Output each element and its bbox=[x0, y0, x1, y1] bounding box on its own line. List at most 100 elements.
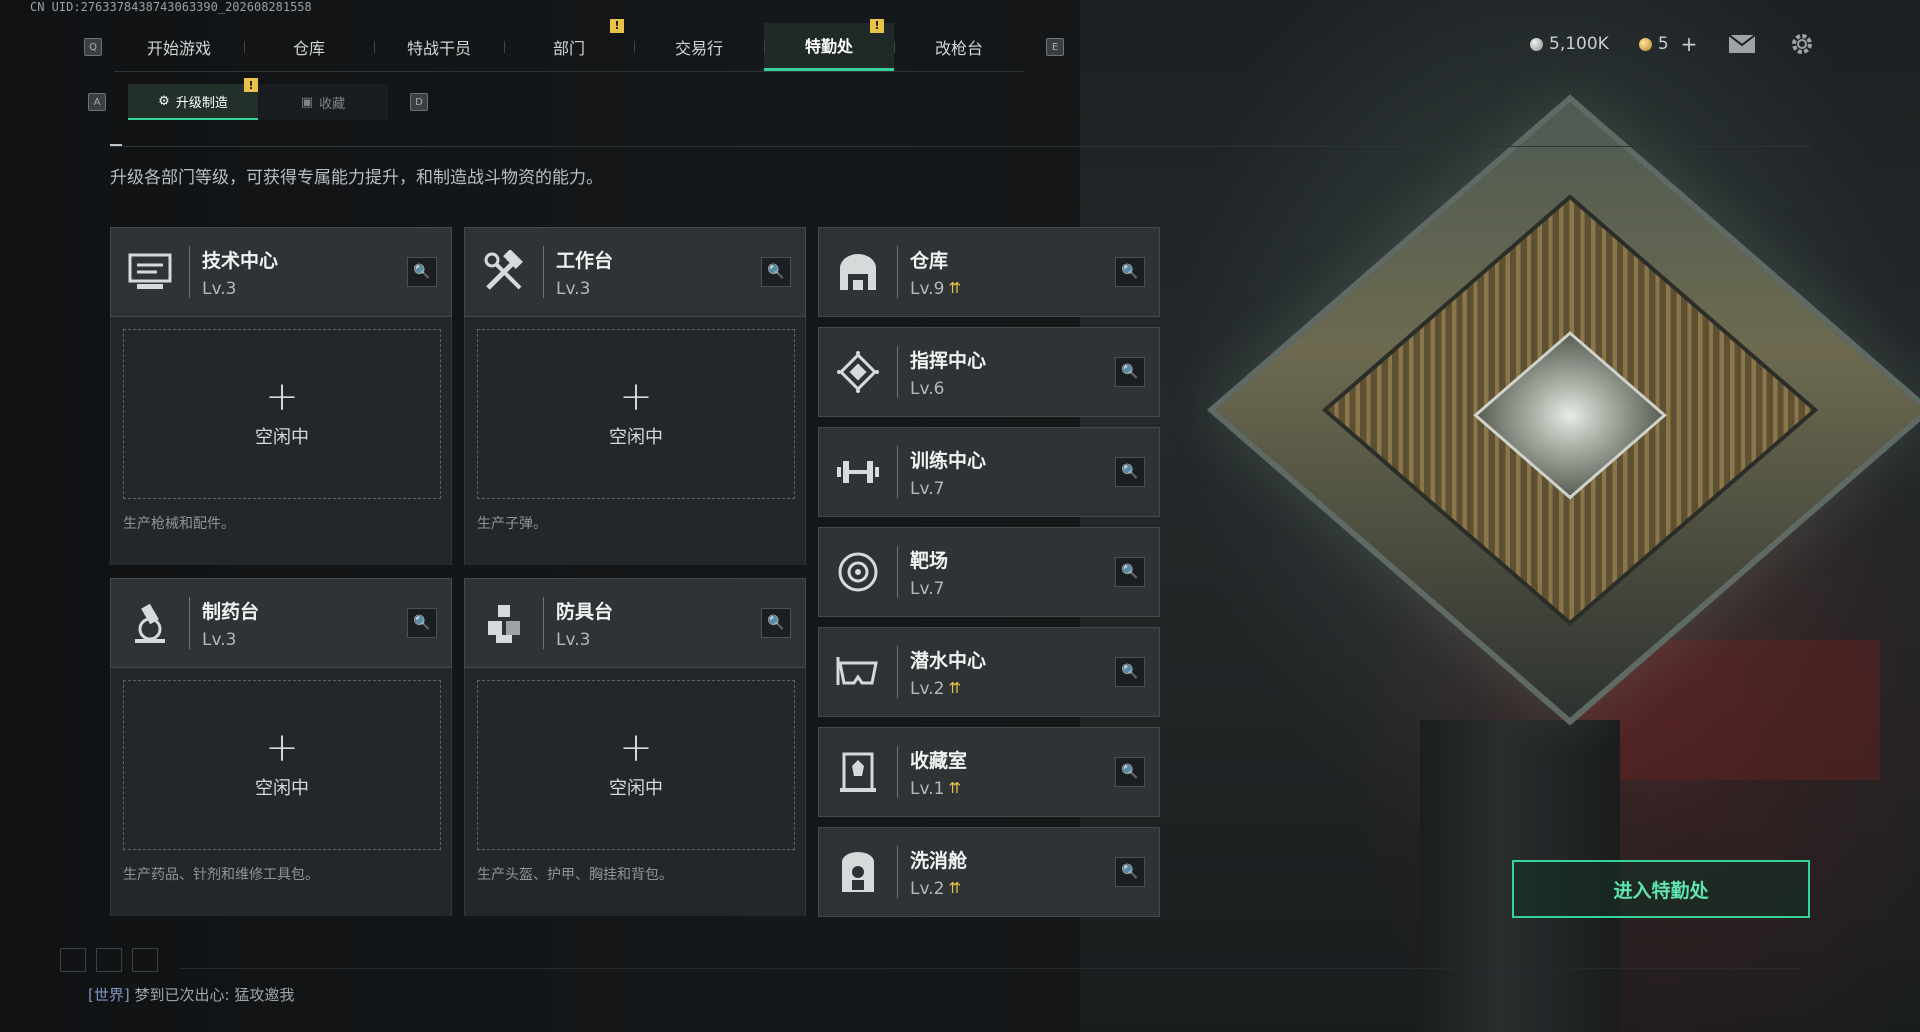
tab-start-game[interactable]: 开始游戏 bbox=[114, 23, 244, 71]
subnav-next-key[interactable]: D bbox=[410, 93, 428, 111]
tab-gunsmith[interactable]: 改枪台 bbox=[894, 23, 1024, 71]
player-uid: CN UID:2763378438743063390_202608281558 bbox=[30, 0, 312, 14]
facility-name: 潜水中心 bbox=[910, 649, 987, 672]
search-button[interactable]: 🔍 bbox=[761, 257, 791, 287]
facility-card-shooting-range[interactable]: 靶场 Lv.7 🔍 bbox=[818, 527, 1160, 617]
gold-currency[interactable]: 5 + bbox=[1638, 32, 1698, 56]
search-button[interactable]: 🔍 bbox=[407, 257, 437, 287]
production-hint: 生产枪械和配件。 bbox=[123, 516, 235, 532]
card-separator bbox=[543, 597, 544, 649]
card-separator bbox=[897, 846, 898, 898]
facility-card-collection-room[interactable]: 收藏室 Lv.1 ⇈ 🔍 bbox=[818, 727, 1160, 817]
facility-level: Lv.1 ⇈ bbox=[910, 778, 962, 799]
tab-trade[interactable]: 交易行 bbox=[634, 23, 764, 71]
alert-badge: ! bbox=[610, 18, 624, 33]
plus-icon: + bbox=[619, 725, 653, 771]
search-icon: 🔍 bbox=[1121, 764, 1139, 780]
plus-icon: + bbox=[619, 374, 653, 420]
nav-prev-key[interactable]: Q bbox=[84, 38, 102, 56]
card-separator bbox=[897, 546, 898, 598]
artwork-cube-core bbox=[1473, 331, 1667, 500]
search-button[interactable]: 🔍 bbox=[761, 608, 791, 638]
production-card-armor[interactable]: 防具台 Lv.3 🔍 bbox=[464, 578, 806, 668]
facility-card-training-center[interactable]: 训练中心 Lv.7 🔍 bbox=[818, 427, 1160, 517]
empty-slot[interactable]: + 空闲中 bbox=[477, 680, 795, 850]
search-button[interactable]: 🔍 bbox=[1115, 657, 1145, 687]
chat-option-button[interactable] bbox=[132, 948, 158, 972]
gear-icon[interactable] bbox=[1787, 32, 1817, 56]
facility-level: Lv.2 ⇈ bbox=[910, 878, 962, 899]
production-hint: 生产子弹。 bbox=[477, 516, 547, 532]
gold-coin-icon bbox=[1638, 37, 1652, 51]
empty-slot[interactable]: + 空闲中 bbox=[477, 329, 795, 499]
facility-name: 工作台 bbox=[556, 249, 614, 272]
facility-level: Lv.3 bbox=[556, 629, 591, 650]
search-button[interactable]: 🔍 bbox=[1115, 857, 1145, 887]
tab-warehouse[interactable]: 仓库 bbox=[244, 23, 374, 71]
card-text: 靶场 Lv.7 bbox=[910, 546, 1115, 599]
search-icon: 🔍 bbox=[413, 264, 431, 280]
search-button[interactable]: 🔍 bbox=[1115, 457, 1145, 487]
card-text: 指挥中心 Lv.6 bbox=[910, 346, 1115, 399]
mail-icon[interactable] bbox=[1727, 32, 1757, 56]
production-slot-tech-center: + 空闲中 生产枪械和配件。 bbox=[110, 317, 452, 565]
dumbbell-icon bbox=[819, 427, 897, 517]
facility-card-warehouse[interactable]: 仓库 Lv.9 ⇈ 🔍 bbox=[818, 227, 1160, 317]
facility-card-command-center[interactable]: 指挥中心 Lv.6 🔍 bbox=[818, 327, 1160, 417]
empty-slot[interactable]: + 空闲中 bbox=[123, 329, 441, 499]
tab-operators[interactable]: 特战干员 bbox=[374, 23, 504, 71]
enter-special-service-button[interactable]: 进入特勤处 bbox=[1512, 860, 1810, 918]
upgrade-available-icon: ⇈ bbox=[948, 879, 962, 897]
header-divider-tick bbox=[110, 144, 122, 146]
card-separator bbox=[189, 246, 190, 298]
facility-card-diving-center[interactable]: 潜水中心 Lv.2 ⇈ 🔍 bbox=[818, 627, 1160, 717]
search-button[interactable]: 🔍 bbox=[1115, 257, 1145, 287]
command-center-icon bbox=[819, 327, 897, 417]
search-button[interactable]: 🔍 bbox=[407, 608, 437, 638]
decon-pod-icon bbox=[819, 827, 897, 917]
card-text: 训练中心 Lv.7 bbox=[910, 446, 1115, 499]
slot-status: 空闲中 bbox=[609, 778, 663, 799]
empty-slot[interactable]: + 空闲中 bbox=[123, 680, 441, 850]
facility-name: 技术中心 bbox=[202, 249, 279, 272]
search-button[interactable]: 🔍 bbox=[1115, 357, 1145, 387]
subtab-collection[interactable]: ▣ 收藏 bbox=[258, 84, 388, 120]
card-separator bbox=[897, 646, 898, 698]
facility-name: 仓库 bbox=[910, 249, 949, 272]
plus-icon: + bbox=[265, 725, 299, 771]
production-card-pharmacy[interactable]: 制药台 Lv.3 🔍 bbox=[110, 578, 452, 668]
search-button[interactable]: 🔍 bbox=[1115, 757, 1145, 787]
chat-line[interactable]: [世界] 梦到已次出心: 猛攻邀我 bbox=[88, 984, 294, 1005]
tab-department[interactable]: 部门! bbox=[504, 18, 634, 71]
facility-name: 指挥中心 bbox=[910, 349, 987, 372]
subtab-upgrade-craft[interactable]: ⚙ 升级制造 ! bbox=[128, 78, 258, 120]
slot-status: 空闲中 bbox=[255, 427, 309, 448]
nav-next-key[interactable]: E bbox=[1046, 38, 1064, 56]
tab-special-service[interactable]: 特勤处! bbox=[764, 18, 894, 71]
production-card-workbench[interactable]: 工作台 Lv.3 🔍 bbox=[464, 227, 806, 317]
card-separator bbox=[897, 446, 898, 498]
facility-level: Lv.3 bbox=[202, 629, 237, 650]
collection-icon bbox=[819, 727, 897, 817]
top-right-bar: 5,100K 5 + bbox=[1530, 32, 1817, 56]
card-text: 收藏室 Lv.1 ⇈ bbox=[910, 746, 1115, 799]
card-separator bbox=[897, 246, 898, 298]
production-card-tech-center[interactable]: 技术中心 Lv.3 🔍 bbox=[110, 227, 452, 317]
card-text: 技术中心 Lv.3 bbox=[202, 246, 407, 299]
alert-badge: ! bbox=[244, 78, 258, 92]
chat-option-button[interactable] bbox=[60, 948, 86, 972]
bottom-divider bbox=[180, 968, 1800, 969]
search-button[interactable]: 🔍 bbox=[1115, 557, 1145, 587]
add-currency-button[interactable]: + bbox=[1681, 32, 1698, 56]
facility-card-decon-pod[interactable]: 洗消舱 Lv.2 ⇈ 🔍 bbox=[818, 827, 1160, 917]
target-icon bbox=[819, 527, 897, 617]
chat-option-button[interactable] bbox=[96, 948, 122, 972]
facility-level: Lv.7 bbox=[910, 478, 945, 499]
card-text: 洗消舱 Lv.2 ⇈ bbox=[910, 846, 1115, 899]
main-nav: Q 开始游戏 仓库 特战干员 部门! 交易行 特勤处! 改枪台 E bbox=[84, 18, 1064, 72]
silver-currency[interactable]: 5,100K bbox=[1530, 34, 1609, 54]
chat-channel: [世界] bbox=[88, 986, 130, 1004]
subnav-prev-key[interactable]: A bbox=[88, 93, 106, 111]
upgrade-available-icon: ⇈ bbox=[948, 779, 962, 797]
search-icon: 🔍 bbox=[1121, 864, 1139, 880]
